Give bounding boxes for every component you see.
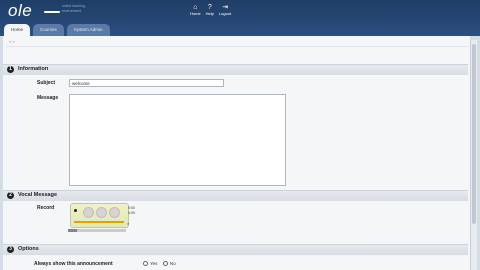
section-vocal-message[interactable]: 2 Vocal Message: [3, 190, 468, 201]
audio-recorder: 0:00 0:00 ×: [70, 203, 135, 228]
section-title: Options: [18, 246, 39, 252]
volume-level-fill: [68, 229, 77, 232]
radio-yes[interactable]: Yes: [143, 261, 157, 266]
divider: [6, 46, 468, 47]
radio-no-label: No: [170, 261, 176, 266]
close-icon[interactable]: ×: [127, 221, 129, 226]
logo-swoosh: [44, 11, 60, 13]
recording-progress-bar[interactable]: [74, 221, 124, 223]
logo-tagline: online learning environment: [62, 4, 85, 13]
home-icon: ⌂: [193, 3, 198, 11]
nav-logout[interactable]: ⇥ Logout: [219, 3, 231, 16]
section-number: 2: [7, 192, 14, 199]
nav-logout-label: Logout: [218, 11, 232, 16]
radio-yes-circle[interactable]: [143, 261, 148, 266]
breadcrumb[interactable]: » »: [9, 39, 15, 44]
main-content: » » 1 Information Subject Message 2 Voca…: [3, 36, 470, 270]
radio-no[interactable]: No: [163, 261, 176, 266]
section-number: 3: [7, 246, 14, 253]
always-show-label: Always show this announcement: [34, 261, 113, 267]
radio-no-circle[interactable]: [163, 261, 168, 266]
nav-home-label: Home: [190, 11, 201, 16]
message-label: Message: [37, 95, 59, 101]
tab-system-admin[interactable]: System Admin: [66, 24, 110, 36]
section-title: Vocal Message: [18, 192, 58, 198]
help-icon: ?: [207, 3, 212, 11]
subject-label: Subject: [37, 80, 56, 86]
section-title: Information: [18, 66, 49, 72]
play-button[interactable]: [96, 207, 107, 218]
scrollbar[interactable]: [470, 40, 477, 270]
nav-help[interactable]: ? Help: [205, 3, 214, 17]
tab-home[interactable]: Home: [4, 24, 31, 36]
section-options[interactable]: 3 Options: [3, 244, 468, 255]
subject-input[interactable]: [69, 79, 224, 87]
total-time: 0:00: [128, 211, 135, 215]
nav-home[interactable]: ⌂ Home: [190, 3, 201, 17]
section-number: 1: [7, 66, 14, 73]
elapsed-time: 0:00: [128, 206, 135, 210]
tab-courses[interactable]: Courses: [33, 24, 64, 36]
volume-level[interactable]: [68, 229, 126, 232]
app-logo[interactable]: ole: [8, 1, 32, 21]
message-textarea[interactable]: [69, 94, 286, 186]
top-nav: ⌂ Home ? Help ⇥ Logout: [190, 3, 231, 17]
section-information[interactable]: 1 Information: [3, 64, 468, 75]
tab-bar: Home Courses System Admin: [4, 24, 110, 36]
record-indicator-icon: [74, 209, 77, 212]
record-button[interactable]: [83, 207, 94, 218]
record-label: Record: [37, 205, 55, 211]
header-bar: ole online learning environment ⌂ Home ?…: [0, 0, 480, 36]
nav-help-label: Help: [205, 11, 214, 16]
logout-icon: ⇥: [222, 4, 228, 11]
stop-button[interactable]: [109, 207, 120, 218]
radio-yes-label: Yes: [150, 261, 158, 266]
scrollbar-thumb[interactable]: [472, 44, 476, 224]
